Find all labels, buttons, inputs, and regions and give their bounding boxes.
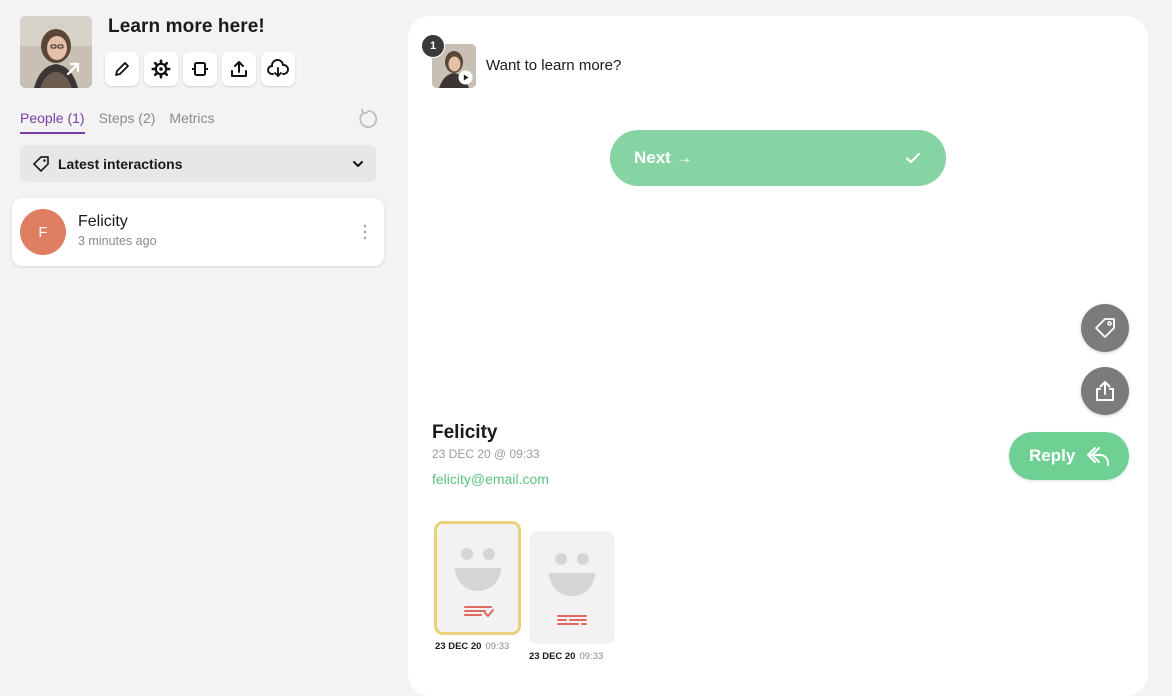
response-date: 23 DEC 20 @ 09:33 [432,447,540,461]
more-options-icon[interactable] [358,222,372,242]
share-button[interactable] [222,52,256,86]
interaction-card[interactable] [434,521,521,635]
play-icon [458,70,473,85]
smiley-placeholder-icon [549,553,595,625]
edit-icon [115,62,129,76]
download-icon [267,59,289,77]
person-name: Felicity [78,213,128,230]
avatar: F [20,209,66,255]
tab-steps[interactable]: Steps (2) [99,110,156,134]
toolbar [105,52,295,86]
next-answer-button[interactable]: Next → [610,130,946,186]
share-icon [1096,381,1114,401]
open-external-icon [66,62,80,76]
reply-icon [1087,447,1110,466]
tag-button[interactable] [1081,304,1129,352]
tag-icon [33,155,49,172]
step-question: Want to learn more? [486,57,622,74]
checkmark-icon [905,152,921,164]
person-last-seen: 3 minutes ago [78,234,157,248]
video-thumbnail[interactable] [20,16,92,88]
person-list-item[interactable]: F Felicity 3 minutes ago [12,198,384,266]
tag-icon [1095,318,1115,338]
filter-label: Latest interactions [58,155,183,172]
refresh-icon[interactable] [357,108,379,130]
interaction-date: 23 DEC 20 09:33 [435,641,510,652]
reply-label: Reply [1029,446,1076,465]
settings-icon [151,59,171,79]
share-response-button[interactable] [1081,367,1129,415]
responder-name: Felicity [432,422,498,443]
interaction-filter-dropdown[interactable]: Latest interactions [20,145,376,182]
tab-metrics[interactable]: Metrics [169,110,214,134]
next-answer-label: Next → [634,148,693,167]
share-icon [231,61,247,77]
page-title: Learn more here! [108,16,265,37]
chevron-down-icon [353,160,363,167]
reply-button[interactable]: Reply [1009,432,1129,480]
download-button[interactable] [261,52,295,86]
smiley-placeholder-icon [454,548,501,617]
interaction-date: 23 DEC 20 09:33 [529,651,604,662]
tab-bar: People (1) Steps (2) Metrics [20,110,215,134]
edit-button[interactable] [105,52,139,86]
tab-people[interactable]: People (1) [20,110,85,134]
settings-button[interactable] [144,52,178,86]
embed-icon [192,62,208,76]
interaction-card[interactable] [529,531,615,644]
embed-button[interactable] [183,52,217,86]
responder-email[interactable]: felicity@email.com [432,471,549,487]
step-number-badge: 1 [421,34,445,58]
